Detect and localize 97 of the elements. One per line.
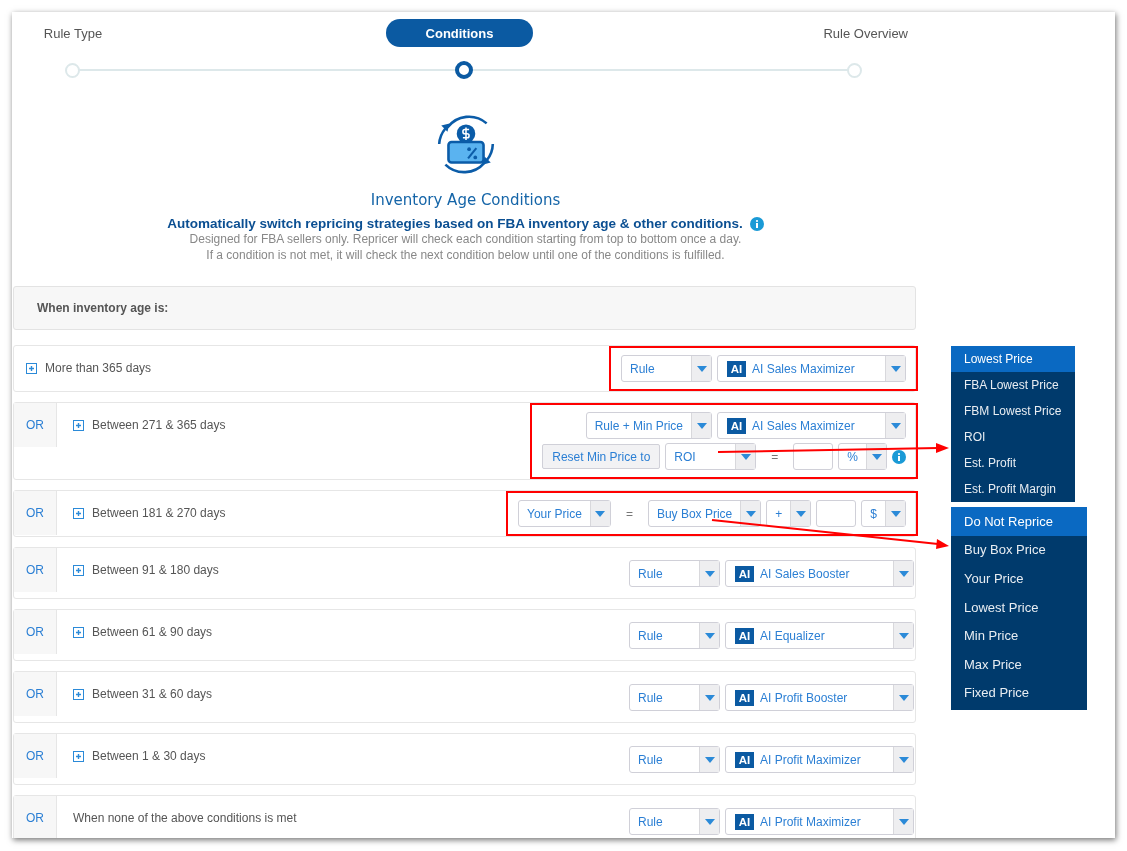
- strategy-dropdown[interactable]: AI AI Profit Maximizer: [725, 808, 914, 835]
- dropdown[interactable]: ROI: [665, 443, 757, 470]
- section-title: Inventory Age Conditions: [370, 191, 561, 209]
- strategy-dropdown[interactable]: AI AI Sales Booster: [725, 560, 914, 587]
- caret-icon: [704, 694, 715, 701]
- strategy-dropdown[interactable]: AI AI Sales Maximizer: [717, 412, 906, 439]
- strategy-dropdown[interactable]: AI AI Sales Maximizer: [717, 355, 906, 382]
- input-field[interactable]: [816, 500, 857, 527]
- or-connector: OR: [14, 403, 57, 447]
- menu-item[interactable]: Min Price: [951, 621, 1087, 650]
- dropdown[interactable]: Rule: [629, 746, 720, 773]
- condition-label: Between 181 & 270 days: [92, 506, 226, 520]
- step-tab[interactable]: Rule Overview: [823, 25, 908, 41]
- step-tab[interactable]: Rule Type: [43, 25, 103, 41]
- menu-item[interactable]: Fixed Price: [951, 678, 1087, 708]
- caret-icon: [745, 510, 756, 517]
- operator-sign: =: [624, 506, 634, 521]
- condition-label: When none of the above conditions is met: [73, 811, 297, 825]
- dropdown[interactable]: $: [861, 500, 906, 527]
- ai-badge: AI: [735, 627, 754, 644]
- ai-badge: AI: [727, 417, 746, 434]
- or-connector: OR: [14, 734, 57, 778]
- dropdown[interactable]: Rule: [621, 355, 712, 382]
- expand-icon[interactable]: [73, 507, 84, 519]
- strategy-dropdown[interactable]: AI AI Profit Maximizer: [725, 746, 914, 773]
- caret-icon: [704, 818, 715, 825]
- strategy-dropdown[interactable]: AI AI Equalizer: [725, 622, 914, 649]
- condition-label: More than 365 days: [45, 361, 152, 375]
- caret-icon: [871, 453, 882, 460]
- condition-label: Between 61 & 90 days: [92, 625, 213, 639]
- caret-icon: [898, 694, 909, 701]
- dropdown[interactable]: Rule + Min Price: [585, 412, 712, 439]
- expand-icon[interactable]: [73, 626, 84, 638]
- reset-button[interactable]: Reset Min Price to: [542, 444, 661, 469]
- input-field[interactable]: [793, 443, 834, 470]
- info-icon[interactable]: [749, 216, 764, 231]
- caret-icon: [890, 510, 901, 517]
- dropdown[interactable]: Buy Box Price: [647, 500, 762, 527]
- menu-item[interactable]: Est. Profit: [951, 450, 1075, 476]
- or-connector: OR: [14, 796, 57, 838]
- info-icon[interactable]: [892, 449, 906, 464]
- or-connector: OR: [14, 491, 57, 535]
- caret-icon: [595, 510, 606, 517]
- caret-icon: [795, 510, 806, 517]
- dropdown[interactable]: %: [838, 443, 887, 470]
- expand-icon[interactable]: [73, 688, 84, 700]
- strategy-dropdown[interactable]: AI AI Profit Booster: [725, 684, 914, 711]
- or-connector: OR: [14, 548, 57, 592]
- step-tab[interactable]: Conditions: [386, 19, 533, 47]
- caret-icon: [898, 570, 909, 577]
- menu-item[interactable]: Do Not Reprice: [951, 507, 1087, 536]
- ai-badge: AI: [727, 360, 746, 377]
- dropdown[interactable]: Rule: [629, 560, 720, 587]
- caret-icon: [704, 570, 715, 577]
- section-subtitle: Automatically switch repricing strategies based on FBA inventory age & other conditions.: [167, 216, 743, 231]
- menu-item[interactable]: ROI: [951, 424, 1075, 450]
- dropdown[interactable]: Rule: [629, 622, 720, 649]
- dropdown[interactable]: Rule: [629, 684, 720, 711]
- ai-badge: AI: [735, 751, 754, 768]
- caret-icon: [704, 632, 715, 639]
- or-connector: OR: [14, 610, 57, 654]
- or-connector: OR: [14, 672, 57, 716]
- menu-item[interactable]: Your Price: [951, 564, 1087, 593]
- caret-icon: [696, 365, 707, 372]
- conditions-header: When inventory age is:: [13, 286, 916, 330]
- ai-badge: AI: [735, 565, 754, 582]
- caret-icon: [740, 453, 751, 460]
- caret-icon: [704, 756, 715, 763]
- menu-item[interactable]: FBM Lowest Price: [951, 398, 1075, 424]
- condition-label: Between 1 & 30 days: [92, 749, 206, 763]
- dropdown[interactable]: +: [766, 500, 812, 527]
- caret-icon: [898, 818, 909, 825]
- menu-item[interactable]: Est. Profit Margin: [951, 476, 1075, 502]
- expand-icon[interactable]: [73, 419, 84, 431]
- caret-icon: [890, 365, 901, 372]
- menu-item[interactable]: Lowest Price: [951, 346, 1075, 372]
- condition-label: Between 31 & 60 days: [92, 687, 213, 701]
- condition-label: Between 91 & 180 days: [92, 563, 219, 577]
- expand-icon[interactable]: [73, 750, 84, 762]
- expand-icon[interactable]: [26, 362, 37, 374]
- caret-icon: [898, 632, 909, 639]
- description-text: If a condition is not met, it will check the next condition below until one of the conditions is fulfilled.: [206, 247, 725, 263]
- operator-sign: =: [770, 449, 780, 464]
- menu-item[interactable]: Buy Box Price: [951, 535, 1087, 565]
- menu-item[interactable]: FBA Lowest Price: [951, 372, 1075, 398]
- description-text: Designed for FBA sellers only. Repricer will check each condition starting from top to bottom once a day.: [189, 231, 742, 247]
- dropdown[interactable]: Rule: [629, 808, 720, 835]
- caret-icon: [898, 756, 909, 763]
- ai-badge: AI: [735, 689, 754, 706]
- menu-item[interactable]: Max Price: [951, 649, 1087, 679]
- menu-item[interactable]: Lowest Price: [951, 592, 1087, 622]
- expand-icon[interactable]: [73, 564, 84, 576]
- ai-badge: AI: [735, 813, 754, 830]
- caret-icon: [696, 422, 707, 429]
- dropdown[interactable]: Your Price: [518, 500, 611, 527]
- condition-label: Between 271 & 365 days: [92, 418, 226, 432]
- caret-icon: [890, 422, 901, 429]
